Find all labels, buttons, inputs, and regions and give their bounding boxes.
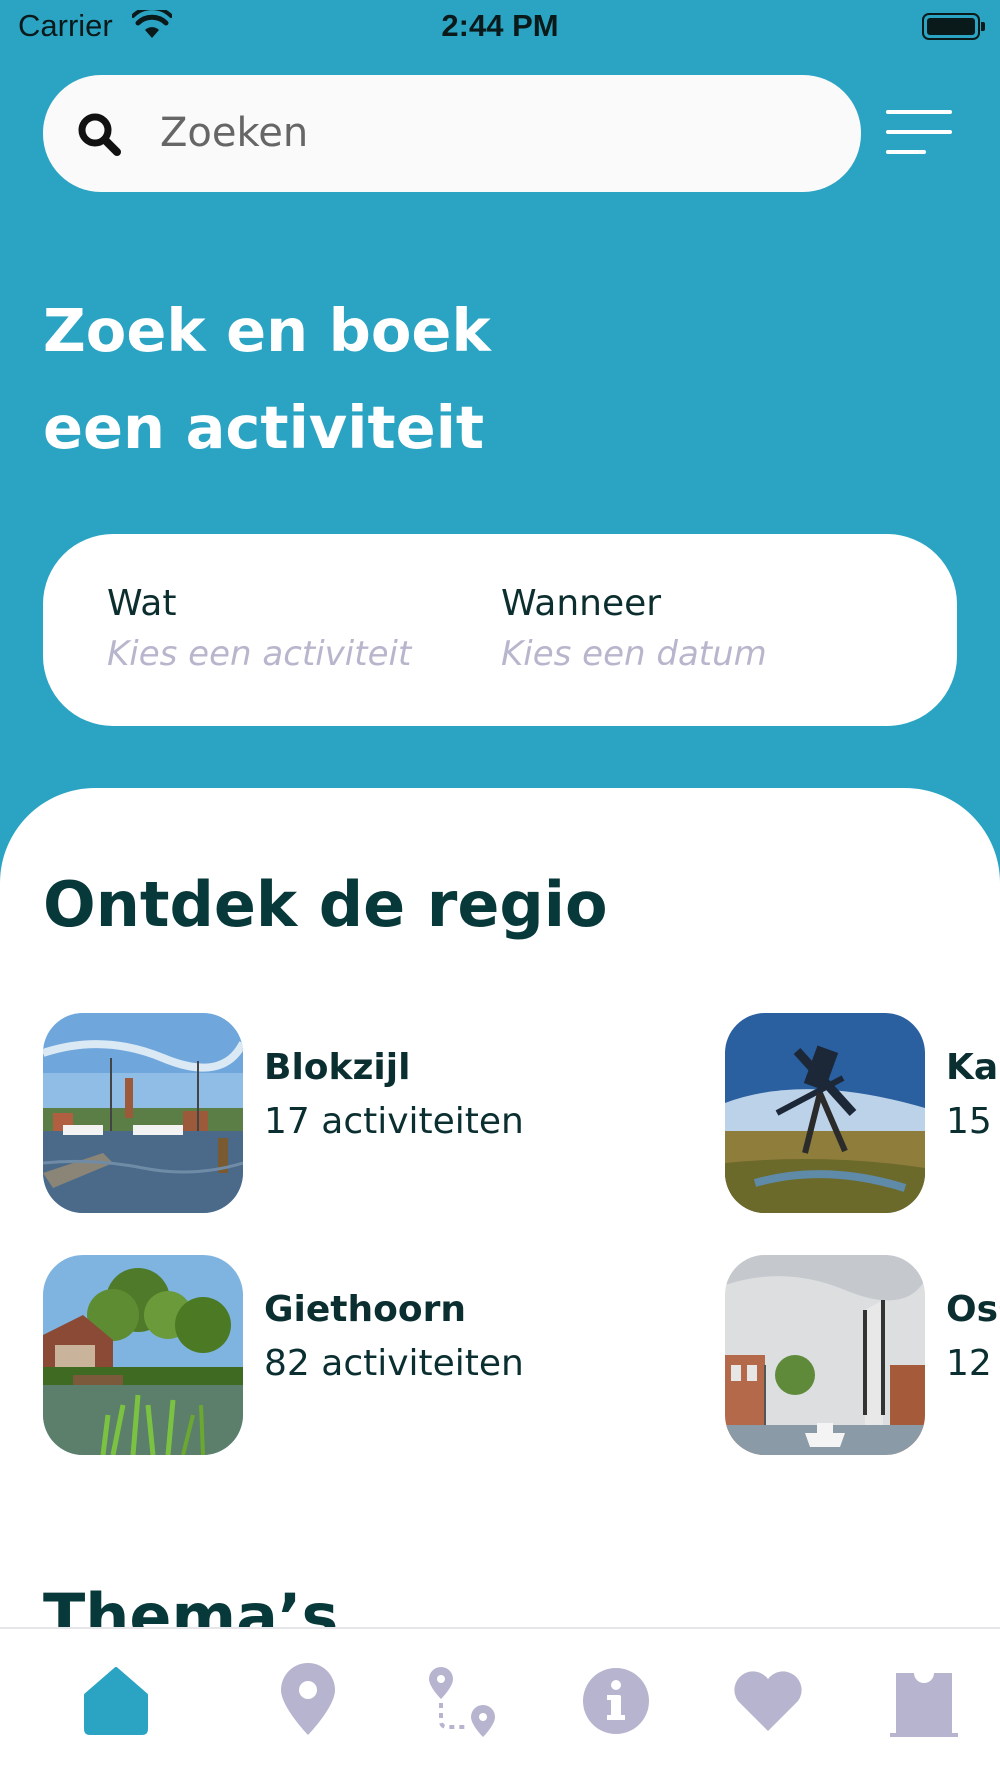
menu-line <box>886 150 926 154</box>
tab-routes[interactable] <box>425 1659 505 1739</box>
when-label: Wanneer <box>501 583 662 624</box>
region-photo <box>43 1013 243 1213</box>
region-name: Oss <box>946 1289 1000 1330</box>
what-value: Kies een activiteit <box>107 634 412 674</box>
tab-bar <box>0 1627 1000 1778</box>
discover-title: Ontdek de regio <box>43 868 608 941</box>
tab-map[interactable] <box>268 1659 348 1739</box>
region-count: 15 <box>946 1101 992 1142</box>
harbor-photo <box>43 1013 243 1213</box>
menu-line <box>886 130 952 134</box>
booking-card: Wat Kies een activiteit Wanneer Kies een… <box>43 534 957 726</box>
tab-bookings[interactable] <box>884 1659 964 1739</box>
status-bar: Carrier 2:44 PM <box>0 0 1000 56</box>
region-name: Blokzijl <box>264 1047 411 1088</box>
status-time: 2:44 PM <box>441 8 559 43</box>
hero-title-line-1: Zoek en boek <box>43 296 491 365</box>
menu-button[interactable] <box>886 110 952 156</box>
region-count: 12 <box>946 1343 992 1384</box>
windmill-photo <box>725 1013 925 1213</box>
what-field[interactable]: Wat Kies een activiteit <box>107 580 411 680</box>
tab-home[interactable] <box>76 1659 156 1739</box>
region-photo <box>725 1255 925 1455</box>
ticket-icon <box>890 1673 958 1737</box>
when-field[interactable]: Wanneer Kies een datum <box>501 580 767 680</box>
hero-title: Zoek en boek een activiteit <box>43 282 743 476</box>
region-card-oss[interactable]: Oss 12 <box>725 1255 1000 1455</box>
region-photo <box>43 1255 243 1455</box>
tab-info[interactable] <box>576 1659 656 1739</box>
home-icon <box>84 1667 148 1735</box>
canal-village-photo <box>43 1255 243 1455</box>
region-card-giethoorn[interactable]: Giethoorn 82 activiteiten <box>43 1255 603 1455</box>
heart-icon <box>734 1671 802 1731</box>
region-photo <box>725 1013 925 1213</box>
tab-favorites[interactable] <box>728 1659 808 1739</box>
info-icon <box>583 1668 649 1734</box>
region-count: 82 activiteiten <box>264 1343 524 1384</box>
region-card-kal[interactable]: Kal 15 <box>725 1013 1000 1213</box>
drawbridge-photo <box>725 1255 925 1455</box>
what-label: Wat <box>107 583 177 624</box>
route-icon <box>429 1667 495 1737</box>
battery-icon <box>922 13 985 40</box>
region-count: 17 activiteiten <box>264 1101 524 1142</box>
hero-title-line-2: een activiteit <box>43 393 485 462</box>
search-input[interactable] <box>160 101 810 165</box>
search-bar[interactable] <box>43 75 861 192</box>
region-card-blokzijl[interactable]: Blokzijl 17 activiteiten <box>43 1013 603 1213</box>
map-pin-icon <box>281 1663 335 1735</box>
region-name: Giethoorn <box>264 1289 466 1330</box>
search-icon <box>78 113 121 156</box>
region-name: Kal <box>946 1047 1000 1088</box>
menu-line <box>886 110 952 114</box>
when-value: Kies een datum <box>501 634 767 674</box>
